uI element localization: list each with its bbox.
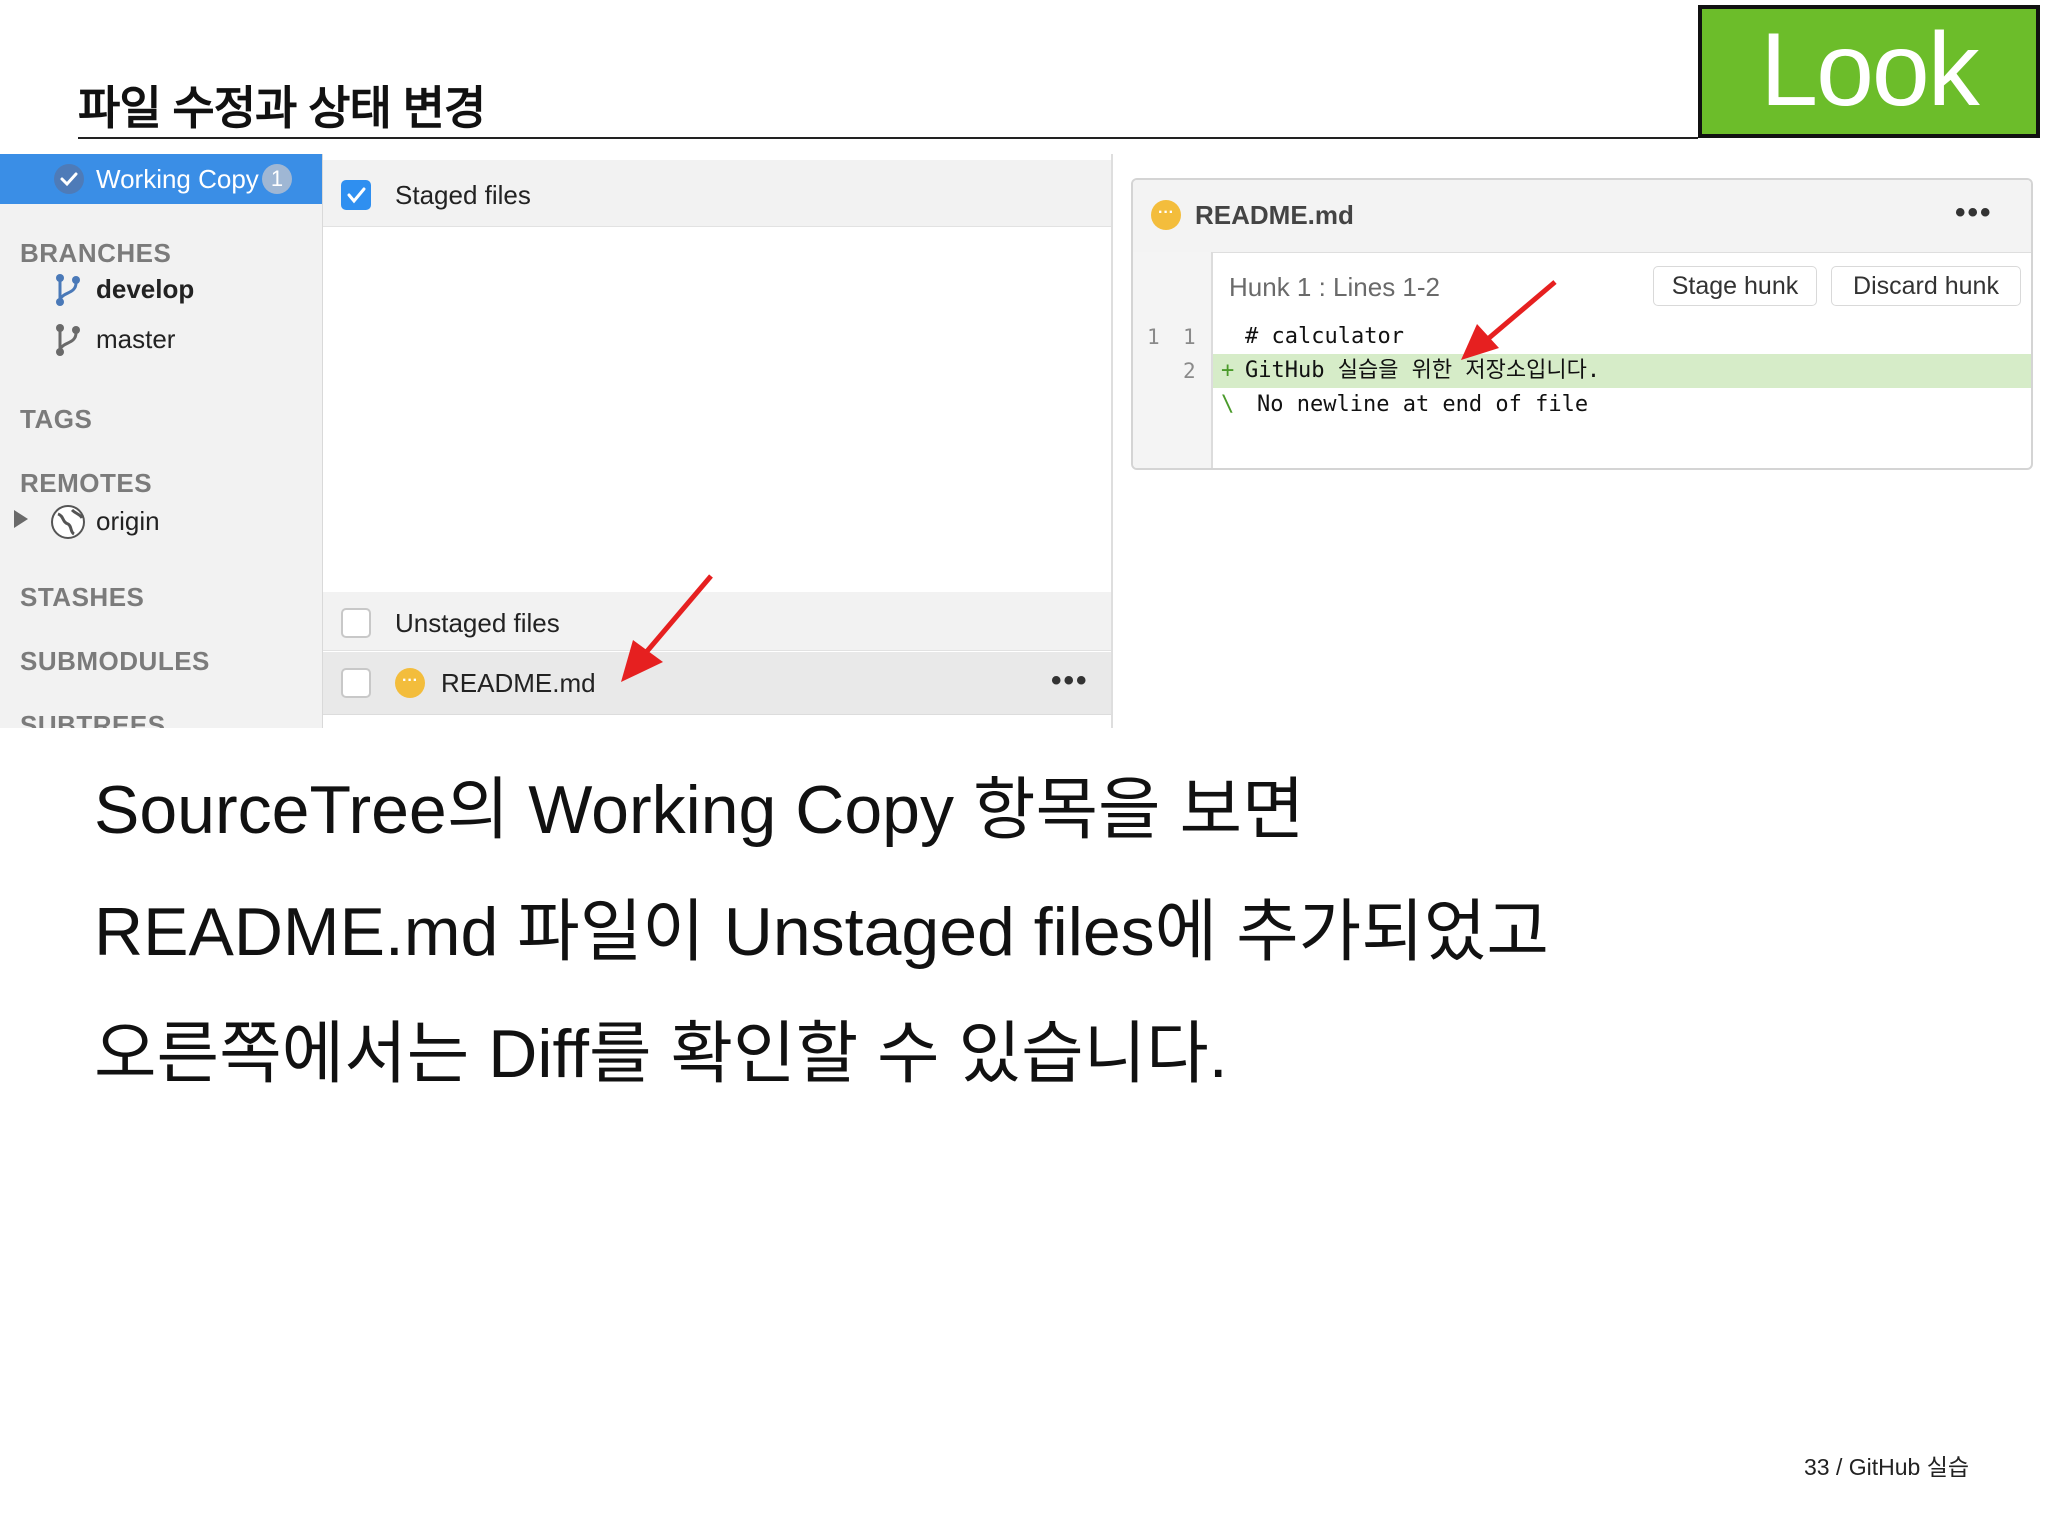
diff-header: ··· README.md ••• (1133, 180, 2031, 253)
staged-files-checkbox[interactable] (341, 180, 371, 210)
section-branches[interactable]: BRANCHES (20, 238, 171, 269)
stage-hunk-button[interactable]: Stage hunk (1653, 266, 1817, 306)
body-line-3: 오른쪽에서는 Diff를 확인할 수 있습니다. (94, 1016, 1228, 1092)
diff-filename: README.md (1195, 200, 1354, 230)
title-divider (78, 137, 1698, 139)
hunk-label: Hunk 1 : Lines 1-2 (1229, 272, 1441, 302)
diff-marker (1225, 322, 1238, 352)
old-line-number: 1 (1147, 325, 1160, 349)
sidebar-item-working-copy[interactable]: Working Copy 1 (0, 154, 322, 204)
red-arrow-icon (621, 574, 713, 682)
branch-label-develop: develop (96, 274, 195, 304)
unstaged-files-label: Unstaged files (395, 608, 560, 638)
diff-marker: \ (1221, 392, 1235, 417)
file-status-panel: Staged files Unstaged files ··· README.m… (323, 154, 1113, 728)
section-tags[interactable]: TAGS (20, 404, 92, 435)
sourcetree-screenshot: Working Copy 1 BRANCHES develop master T… (0, 154, 2048, 728)
diff-line-no-newline: \ No newline at end of file (1133, 388, 2031, 422)
diff-line-text: No newline at end of file (1257, 392, 1589, 417)
file-checkbox[interactable] (341, 668, 371, 698)
sidebar: Working Copy 1 BRANCHES develop master T… (0, 154, 323, 728)
body-line-2: README.md 파일이 Unstaged files에 추가되었고 (94, 894, 1549, 970)
new-line-number: 2 (1183, 359, 1196, 383)
working-copy-icon (54, 164, 84, 194)
diff-marker: + (1221, 358, 1235, 383)
look-badge: Look (1698, 5, 2040, 138)
slide-title: 파일 수정과 상태 변경 (78, 82, 486, 134)
red-arrow-icon (1461, 280, 1557, 360)
branch-label-master: master (96, 324, 176, 354)
unstaged-files-checkbox[interactable] (341, 608, 371, 638)
file-name: README.md (441, 668, 596, 698)
new-line-number: 1 (1183, 325, 1196, 349)
branch-icon (56, 274, 80, 306)
slide-footer: 33 / GitHub 실습 (1804, 1454, 1970, 1480)
section-submodules[interactable]: SUBMODULES (20, 646, 210, 677)
more-options-icon[interactable]: ••• (1051, 664, 1089, 698)
diff-line-text: # calculator (1245, 324, 1404, 349)
section-subtrees[interactable]: SUBTREES (20, 710, 166, 728)
diff-panel: ··· README.md ••• Hunk 1 : Lines 1-2 Sta… (1131, 178, 2033, 470)
section-remotes[interactable]: REMOTES (20, 468, 152, 499)
branch-icon (56, 324, 80, 356)
discard-hunk-button[interactable]: Discard hunk (1831, 266, 2021, 306)
disclosure-triangle-icon[interactable] (14, 510, 28, 528)
globe-icon (51, 505, 85, 539)
staged-files-header: Staged files (323, 160, 1111, 227)
body-line-1: SourceTree의 Working Copy 항목을 보면 (94, 772, 1305, 848)
pending-file-icon: ··· (1151, 200, 1181, 230)
diff-line: 1 1 # calculator (1133, 320, 2031, 354)
staged-files-label: Staged files (395, 180, 531, 210)
working-copy-count-badge: 1 (262, 164, 292, 194)
pending-file-icon: ··· (395, 668, 425, 698)
section-stashes[interactable]: STASHES (20, 582, 144, 613)
working-copy-label: Working Copy (96, 164, 259, 194)
remote-label-origin: origin (96, 506, 160, 536)
diff-more-options-icon[interactable]: ••• (1955, 196, 1993, 230)
diff-line-added: 2 + GitHub 실습을 위한 저장소입니다. (1133, 354, 2031, 388)
